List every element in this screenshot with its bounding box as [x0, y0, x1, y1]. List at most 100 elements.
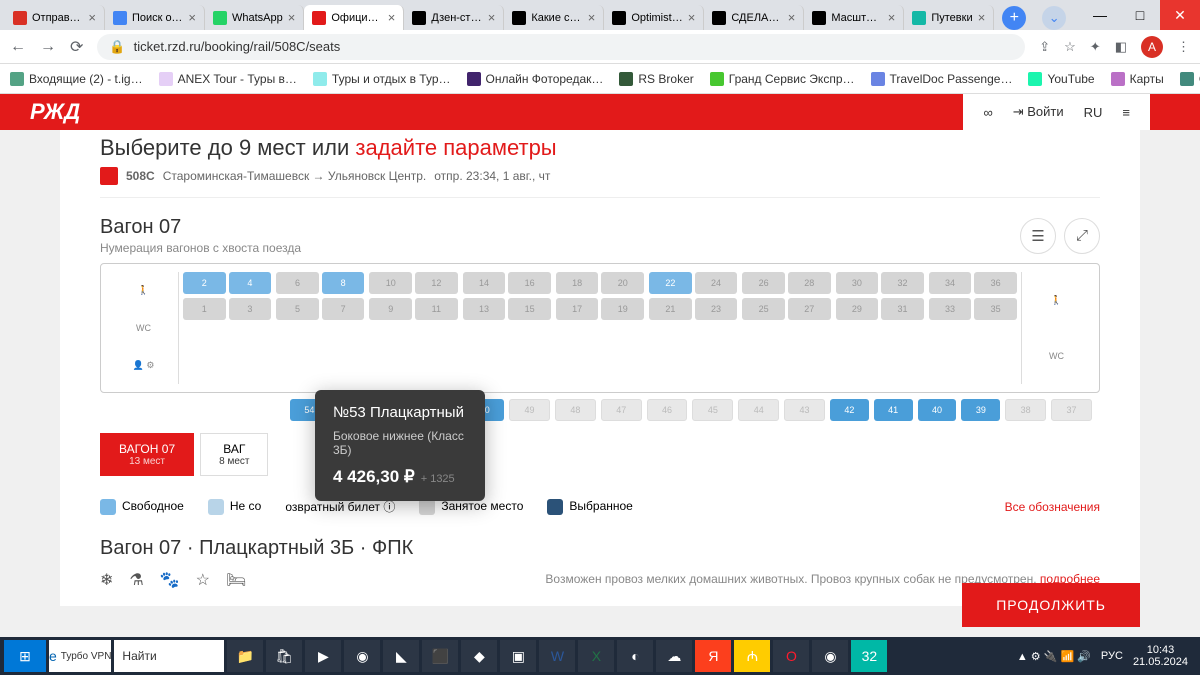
browser-tab[interactable]: Optimist | Дз×: [604, 5, 704, 30]
close-icon[interactable]: ×: [488, 10, 496, 25]
login-button[interactable]: ⇥ Войти: [1013, 104, 1064, 120]
seat-tooltip: №53 Плацкартный Боковое нижнее (Класс 3Б…: [315, 390, 485, 501]
browser-tab[interactable]: Масштабные×: [804, 5, 904, 30]
bookmark-item[interactable]: Карты: [1111, 72, 1164, 86]
seat-16: 16: [508, 272, 551, 294]
extensions-icon[interactable]: ✦: [1090, 39, 1101, 55]
taskbar-opera[interactable]: O: [773, 640, 809, 672]
bookmark-item[interactable]: ANEX Tour - Туры в…: [159, 72, 297, 86]
maximize-button[interactable]: □: [1120, 0, 1160, 30]
all-legend-link[interactable]: Все обозначения: [1005, 500, 1100, 514]
seat-22[interactable]: 22: [649, 272, 692, 294]
close-icon[interactable]: ×: [978, 10, 986, 25]
share-icon[interactable]: ⇪: [1039, 39, 1050, 55]
address-bar: ← → ⟳ 🔒 ticket.rzd.ru/booking/rail/508C/…: [0, 30, 1200, 64]
lang-switch[interactable]: RU: [1084, 105, 1103, 120]
browser-tab[interactable]: Поиск отеле×: [105, 5, 205, 30]
bookmark-item[interactable]: Туры и отдых в Тур…: [313, 72, 451, 86]
browser-tab[interactable]: СДЕЛАЙ как×: [704, 5, 804, 30]
rzd-logo[interactable]: РЖД: [30, 99, 80, 125]
menu-icon[interactable]: ⋮: [1177, 39, 1190, 55]
tray-icons[interactable]: ▲ ⚙ 🔌 📶 🔊: [1017, 650, 1091, 663]
taskbar-explorer[interactable]: 📁: [227, 640, 263, 672]
tabs-dropdown[interactable]: ⌄: [1042, 6, 1066, 30]
tray-lang[interactable]: РУС: [1101, 650, 1123, 662]
close-icon[interactable]: ×: [888, 10, 896, 25]
side-seat-46: 46: [647, 399, 688, 421]
close-icon[interactable]: ×: [388, 10, 396, 25]
bookmark-item[interactable]: RS Broker: [619, 72, 693, 86]
star-icon[interactable]: ☆: [1064, 39, 1076, 55]
sidepanel-icon[interactable]: ◧: [1115, 39, 1127, 55]
back-button[interactable]: ←: [10, 38, 26, 56]
windows-taskbar: ⊞ e Турбо VPN Найти 📁 🛍 ▶ ◉ ◣ ⬛ ◆ ▣ W X …: [0, 637, 1200, 675]
menu-button[interactable]: ≡: [1122, 105, 1130, 120]
side-seat-41[interactable]: 41: [874, 399, 913, 421]
bookmark-item[interactable]: Gmail: [1180, 72, 1200, 86]
url-input[interactable]: 🔒 ticket.rzd.ru/booking/rail/508C/seats: [97, 34, 1025, 60]
wc-label: WC: [1049, 351, 1064, 361]
taskbar-word[interactable]: W: [539, 640, 575, 672]
reload-button[interactable]: ⟳: [70, 37, 83, 57]
close-icon[interactable]: ×: [88, 10, 96, 25]
forward-button[interactable]: →: [40, 38, 56, 56]
taskbar-app6[interactable]: ☁: [656, 640, 692, 672]
bookmark-item[interactable]: TravelDoc Passenge…: [871, 72, 1013, 86]
browser-tab[interactable]: Какие скидк×: [504, 5, 604, 30]
taskbar-chrome[interactable]: ◉: [344, 640, 380, 672]
taskbar-app3[interactable]: ⬛: [422, 640, 458, 672]
taskbar-chrome2[interactable]: ◉: [812, 640, 848, 672]
info-icon[interactable]: ⓘ: [383, 500, 395, 514]
browser-tab[interactable]: WhatsApp×: [205, 5, 304, 30]
browser-tab[interactable]: Путевки×: [904, 5, 994, 30]
taskbar-app5[interactable]: ▣: [500, 640, 536, 672]
header-infinity-icon[interactable]: ∞: [983, 105, 992, 120]
bookmark-item[interactable]: Гранд Сервис Экспр…: [710, 72, 855, 86]
seat-2[interactable]: 2: [183, 272, 226, 294]
wagon-title: Вагон 07: [100, 216, 301, 239]
side-seat-40[interactable]: 40: [918, 399, 957, 421]
taskbar-store[interactable]: 🛍: [266, 640, 302, 672]
wagon-tab[interactable]: ВАГ8 мест: [200, 433, 268, 476]
continue-button[interactable]: ПРОДОЛЖИТЬ: [962, 583, 1140, 627]
close-icon[interactable]: ×: [788, 10, 796, 25]
seat-4[interactable]: 4: [229, 272, 272, 294]
side-seat-39[interactable]: 39: [961, 399, 1000, 421]
taskbar-app2[interactable]: ◣: [383, 640, 419, 672]
taskbar-ie[interactable]: e Турбо VPN: [49, 640, 111, 672]
seat-18: 18: [556, 272, 599, 294]
close-icon[interactable]: ×: [588, 10, 596, 25]
bookmark-item[interactable]: Входящие (2) - t.ig…: [10, 72, 143, 86]
side-seat-45: 45: [692, 399, 733, 421]
taskbar-yandex[interactable]: Я: [695, 640, 731, 672]
set-params-link[interactable]: задайте параметры: [355, 135, 556, 160]
taskbar-search[interactable]: Найти: [114, 640, 224, 672]
bookmark-item[interactable]: YouTube: [1028, 72, 1094, 86]
new-tab-button[interactable]: +: [1002, 6, 1026, 30]
taskbar-app7[interactable]: ₼: [734, 640, 770, 672]
profile-avatar[interactable]: А: [1141, 36, 1163, 58]
browser-tab[interactable]: Отправленн×: [5, 5, 105, 30]
side-seat-42[interactable]: 42: [830, 399, 869, 421]
expand-button[interactable]: ⤢: [1064, 218, 1100, 254]
browser-tab[interactable]: Официальны×: [304, 5, 404, 30]
list-view-button[interactable]: ☰: [1020, 218, 1056, 254]
seat-8[interactable]: 8: [322, 272, 365, 294]
minimize-button[interactable]: —: [1080, 0, 1120, 30]
close-icon[interactable]: ×: [188, 10, 196, 25]
browser-tab[interactable]: Дзен-студия×: [404, 5, 504, 30]
wagon-tabs: ВАГОН 0713 местВАГ8 мест: [100, 433, 1100, 476]
legend: Свободное Не со озвратный билет ⓘ Занято…: [100, 490, 1100, 523]
close-icon[interactable]: ×: [288, 10, 296, 25]
close-icon[interactable]: ×: [688, 10, 696, 25]
start-button[interactable]: ⊞: [4, 640, 46, 672]
close-window-button[interactable]: ✕: [1160, 0, 1200, 30]
taskbar-excel[interactable]: X: [578, 640, 614, 672]
wagon-tab[interactable]: ВАГОН 0713 мест: [100, 433, 194, 476]
taskbar-app4[interactable]: ◆: [461, 640, 497, 672]
taskbar-edge[interactable]: ◐: [617, 640, 653, 672]
seat-17: 17: [556, 298, 599, 320]
taskbar-app[interactable]: ▶: [305, 640, 341, 672]
bookmark-item[interactable]: Онлайн Фоторедак…: [467, 72, 604, 86]
taskbar-app8[interactable]: 32: [851, 640, 887, 672]
